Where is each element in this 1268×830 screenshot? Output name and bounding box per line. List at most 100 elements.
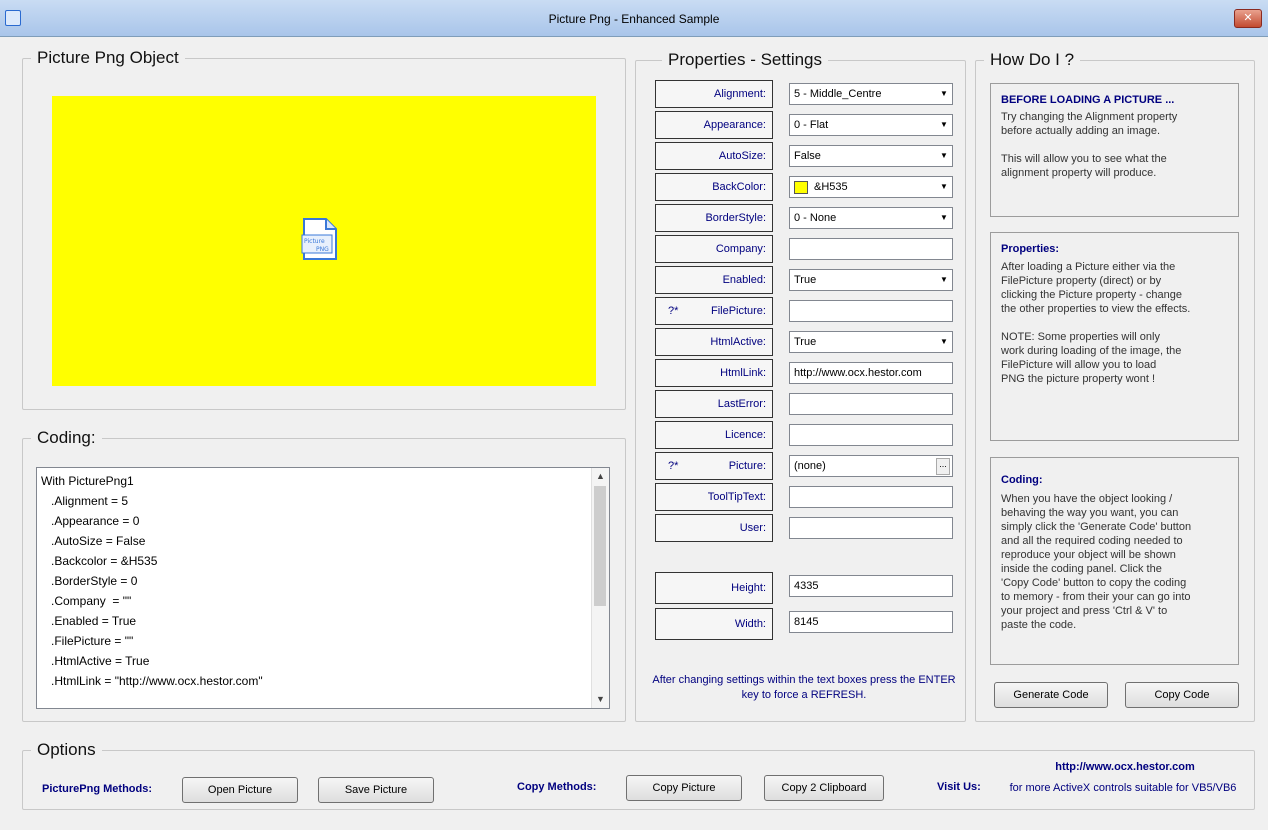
help-box-before-loading: BEFORE LOADING A PICTURE ... Try changin… [990, 83, 1239, 217]
coding-textarea[interactable]: With PicturePng1 .Alignment = 5 .Appeara… [36, 467, 610, 709]
property-value: False [794, 150, 821, 162]
property-label: Company: [655, 235, 773, 263]
coding-group-legend: Coding: [37, 428, 96, 447]
property-label: HtmlLink: [655, 359, 773, 387]
code-lines: With PicturePng1 .Alignment = 5 .Appeara… [41, 471, 263, 691]
help-text: When you have the object looking / behav… [1001, 493, 1192, 631]
generate-code-button[interactable]: Generate Code [994, 682, 1108, 708]
property-label: LastError: [655, 390, 773, 418]
dropdown-arrow-icon[interactable]: ▼ [938, 118, 950, 132]
property-label: BackColor: [655, 173, 773, 201]
property-combobox[interactable]: 5 - Middle_Centre ▼ [789, 83, 953, 105]
code-scrollbar[interactable]: ▲ ▼ [591, 468, 609, 708]
property-textbox[interactable] [789, 486, 953, 508]
property-textbox[interactable] [789, 393, 953, 415]
property-label-text: ToolTipText: [707, 491, 766, 503]
dropdown-arrow-icon[interactable]: ▼ [938, 335, 950, 349]
property-combobox[interactable]: True ▼ [789, 269, 953, 291]
size-textbox[interactable]: 8145 [789, 611, 953, 633]
dropdown-arrow-icon[interactable]: ▼ [938, 87, 950, 101]
property-label-text: BorderStyle: [705, 212, 766, 224]
property-label-text: HtmlActive: [710, 336, 766, 348]
code-line: .Enabled = True [41, 614, 137, 628]
code-line: .HtmlLink = "http://www.ocx.hestor.com" [41, 674, 263, 688]
property-textbox[interactable] [789, 300, 953, 322]
property-label: Enabled: [655, 266, 773, 294]
copy-picture-button[interactable]: Copy Picture [626, 775, 742, 801]
property-combobox[interactable]: (none)... [789, 455, 953, 477]
scroll-down-arrow-icon[interactable]: ▼ [592, 691, 609, 708]
dropdown-arrow-icon[interactable]: ▼ [938, 273, 950, 287]
dropdown-arrow-icon[interactable]: ▼ [938, 149, 950, 163]
png-icon-text-2: PNG [316, 246, 329, 253]
property-label-text: BackColor: [712, 181, 766, 193]
copy-code-button[interactable]: Copy Code [1125, 682, 1239, 708]
property-label: AutoSize: [655, 142, 773, 170]
property-value: True [794, 274, 817, 286]
size-label: Width: [655, 608, 773, 640]
property-textbox[interactable] [789, 424, 953, 446]
property-label-text: User: [739, 522, 766, 534]
help-heading: BEFORE LOADING A PICTURE ... [1001, 94, 1175, 106]
ellipsis-browse-button[interactable]: ... [936, 458, 950, 475]
property-combobox[interactable]: 0 - None ▼ [789, 207, 953, 229]
save-picture-button[interactable]: Save Picture [318, 777, 434, 803]
property-label-text: HtmlLink: [720, 367, 766, 379]
title-bar: Picture Png - Enhanced Sample ✕ [0, 0, 1268, 37]
property-label: ?* FilePicture: [655, 297, 773, 325]
property-textbox[interactable]: http://www.ocx.hestor.com [789, 362, 953, 384]
close-button[interactable]: ✕ [1234, 9, 1262, 28]
copy-clipboard-button[interactable]: Copy 2 Clipboard [764, 775, 884, 801]
property-label: Appearance: [655, 111, 773, 139]
howdoi-group-legend: How Do I ? [990, 50, 1075, 69]
window-title: Picture Png - Enhanced Sample [548, 12, 720, 26]
png-file-icon: Picture PNG [301, 218, 337, 260]
picturepng-methods-label: PicturePng Methods: [42, 783, 153, 795]
help-heading: Coding: [1001, 474, 1043, 486]
picture-group-legend: Picture Png Object [37, 48, 179, 67]
png-icon-text-1: Picture [304, 238, 325, 245]
property-combobox[interactable]: False ▼ [789, 145, 953, 167]
dropdown-arrow-icon[interactable]: ▼ [938, 211, 950, 225]
property-label-text: LastError: [717, 398, 766, 410]
visit-description: for more ActiveX controls suitable for V… [1009, 782, 1237, 794]
color-swatch [794, 180, 808, 194]
size-label: Height: [655, 572, 773, 604]
dropdown-arrow-icon[interactable]: ▼ [938, 180, 950, 194]
property-label-text: Picture: [728, 460, 766, 472]
size-textbox[interactable]: 4335 [789, 575, 953, 597]
visit-url-link[interactable]: http://www.ocx.hestor.com [1000, 759, 1250, 775]
property-label: ?* Picture: [655, 452, 773, 480]
property-label-text: AutoSize: [718, 150, 766, 162]
property-label: BorderStyle: [655, 204, 773, 232]
property-browse-marker: ?* [668, 305, 679, 317]
property-label: User: [655, 514, 773, 542]
property-textbox[interactable] [789, 517, 953, 539]
property-label-text: FilePicture: [710, 305, 766, 317]
property-label-text: Licence: [725, 429, 766, 441]
code-line: With PicturePng1 [41, 474, 134, 488]
help-box-coding: Coding: When you have the object looking… [990, 457, 1239, 665]
code-line: .HtmlActive = True [41, 654, 150, 668]
code-line: .Company = "" [41, 594, 132, 608]
code-line: .Appearance = 0 [41, 514, 140, 528]
help-text: Try changing the Alignment property befo… [1001, 111, 1178, 179]
property-value: http://www.ocx.hestor.com [794, 367, 922, 379]
properties-group-legend: Properties - Settings [668, 50, 823, 69]
code-line: .BorderStyle = 0 [41, 574, 138, 588]
property-label-text: Enabled: [722, 274, 766, 286]
scroll-up-arrow-icon[interactable]: ▲ [592, 468, 609, 485]
visit-us-label: Visit Us: [937, 781, 981, 793]
property-label: Alignment: [655, 80, 773, 108]
code-line: .AutoSize = False [41, 534, 146, 548]
property-combobox[interactable]: 0 - Flat ▼ [789, 114, 953, 136]
property-combobox[interactable]: True ▼ [789, 331, 953, 353]
scroll-thumb[interactable] [594, 486, 606, 606]
property-combobox[interactable]: &H535 ▼ [789, 176, 953, 198]
property-value: 0 - Flat [794, 119, 829, 131]
options-group-legend: Options [37, 740, 96, 759]
open-picture-button[interactable]: Open Picture [182, 777, 298, 803]
property-textbox[interactable] [789, 238, 953, 260]
code-line: .FilePicture = "" [41, 634, 134, 648]
property-value: (none) [794, 460, 826, 472]
